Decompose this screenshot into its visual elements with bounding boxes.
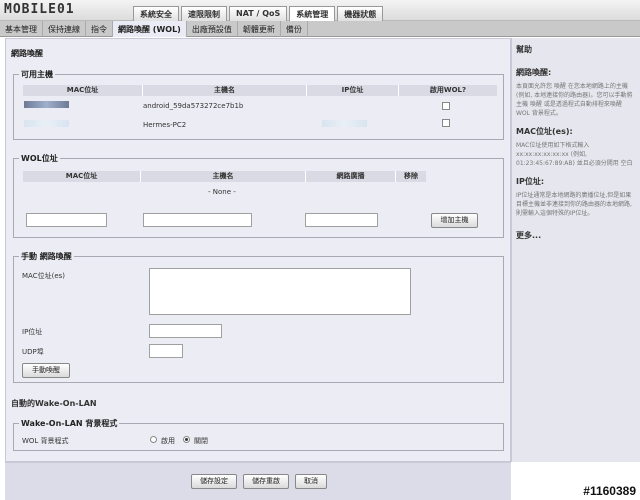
watermark: #1160389 (583, 484, 636, 498)
help-wol-text: 本頁面允許您 喚醒 在您本地網路上的主機 (例如, 本地連接你的路由器)。您可以… (516, 83, 633, 117)
auto-wol-title: 自動的Wake-On-LAN (11, 399, 97, 408)
tab-administration[interactable]: 系統管理 (289, 6, 336, 21)
site-logo: MOBILE01 (4, 2, 75, 17)
help-more-link[interactable]: 更多... (516, 230, 636, 241)
daemon-disable-label: 關閉 (194, 437, 208, 445)
available-hosts-header: MAC位址 主機名 IP位址 啟用WOL? (23, 85, 497, 96)
col-mac: MAC位址 (23, 85, 143, 96)
redacted-mac (24, 120, 69, 127)
save-reboot-button[interactable]: 儲存重啟 (243, 474, 289, 489)
subtab-backup[interactable]: 備份 (281, 21, 308, 37)
tab-security[interactable]: 系統安全 (133, 6, 179, 21)
save-button[interactable]: 儲存設定 (191, 474, 237, 489)
col-broadcast: 網路廣播 (306, 171, 396, 182)
empty-state: - None - (208, 188, 236, 196)
wol-mac-input[interactable] (26, 213, 107, 227)
manual-wake-title: 手動 網路喚醒 (19, 251, 74, 262)
udp-label: UDP埠 (22, 348, 44, 356)
top-tabs: 系統安全 速限限制 NAT / QoS 系統管理 機器狀態 (133, 6, 385, 21)
wol-hostname-input[interactable] (143, 213, 252, 227)
main-panel: 網路喚醒 可用主機 MAC位址 主機名 IP位址 啟用WOL? android_… (5, 38, 511, 462)
col-mac: MAC位址 (23, 171, 141, 182)
ip-input[interactable] (149, 324, 222, 338)
help-mac-heading: MAC位址(es): (516, 127, 573, 136)
udp-port-input[interactable] (149, 344, 183, 358)
enable-wol-checkbox[interactable] (442, 102, 450, 110)
daemon-disable-radio[interactable] (183, 436, 190, 443)
col-enable-wol: 啟用WOL? (429, 86, 467, 94)
mac-label: MAC位址(es) (22, 272, 66, 280)
available-hosts-title: 可用主機 (19, 69, 55, 80)
host-name: android_59da573272ce7b1b (143, 102, 244, 110)
page-title: 網路喚醒 (11, 49, 43, 58)
wol-table-header: MAC位址 主機名 網路廣播 移除 (23, 171, 426, 182)
tab-status[interactable]: 機器狀態 (337, 6, 384, 21)
manual-wake-button[interactable]: 手動喚醒 (22, 363, 70, 378)
sub-tabs: 基本管理 保持連線 指令 網路喚醒 (WOL) 出廠預設值 韌體更新 備份 (0, 21, 640, 37)
daemon-enable-radio[interactable] (150, 436, 157, 443)
col-hostname: 主機名 (141, 171, 306, 182)
subtab-wol[interactable]: 網路喚醒 (WOL) (113, 21, 187, 37)
col-hostname: 主機名 (143, 85, 307, 96)
ip-label: IP位址 (22, 328, 43, 336)
wol-broadcast-input[interactable] (305, 213, 378, 227)
wol-daemon-title: Wake-On-LAN 背景程式 (19, 418, 120, 429)
wol-addresses-title: WOL位址 (19, 153, 60, 164)
help-ip-heading: IP位址: (516, 177, 545, 186)
wol-daemon-label: WOL 背景程式 (22, 437, 69, 445)
redacted-mac (24, 101, 69, 108)
help-title: 幫助 (516, 45, 532, 54)
enable-wol-checkbox[interactable] (442, 119, 450, 127)
subtab-basic[interactable]: 基本管理 (0, 21, 43, 37)
add-host-button[interactable]: 增加主機 (431, 213, 478, 228)
cancel-button[interactable]: 取消 (295, 474, 327, 489)
subtab-commands[interactable]: 指令 (86, 21, 113, 37)
mac-addresses-textarea[interactable] (149, 268, 411, 315)
tab-nat-qos[interactable]: NAT / QoS (229, 6, 288, 21)
col-remove: 移除 (404, 172, 418, 180)
subtab-firmware[interactable]: 韌體更新 (238, 21, 281, 37)
subtab-factory-defaults[interactable]: 出廠預設值 (187, 21, 238, 37)
help-ip-text: IP位址通常是本地網路的廣播位址,但是如果目標主機並非連接到你的路由器的本地網路… (516, 192, 632, 217)
top-bar: MOBILE01 系統安全 速限限制 NAT / QoS 系統管理 機器狀態 (0, 0, 640, 21)
help-wol-heading: 網路喚醒: (516, 68, 552, 77)
daemon-enable-label: 啟用 (161, 437, 175, 445)
help-mac-text: MAC位址使用如下格式輸入 xx:xx:xx:xx:xx:xx (例如, 01:… (516, 142, 633, 167)
footer-bar: 儲存設定 儲存重啟 取消 (5, 462, 511, 500)
redacted-ip (322, 120, 367, 127)
col-ip: IP位址 (307, 85, 399, 96)
available-hosts-fieldset (13, 74, 504, 140)
subtab-keepalive[interactable]: 保持連線 (43, 21, 86, 37)
host-name: Hermes-PC2 (143, 121, 187, 129)
tab-rate-limit[interactable]: 速限限制 (181, 6, 227, 21)
help-sidebar: 幫助 網路喚醒: 本頁面允許您 喚醒 在您本地網路上的主機 (例如, 本地連接你… (511, 38, 640, 462)
